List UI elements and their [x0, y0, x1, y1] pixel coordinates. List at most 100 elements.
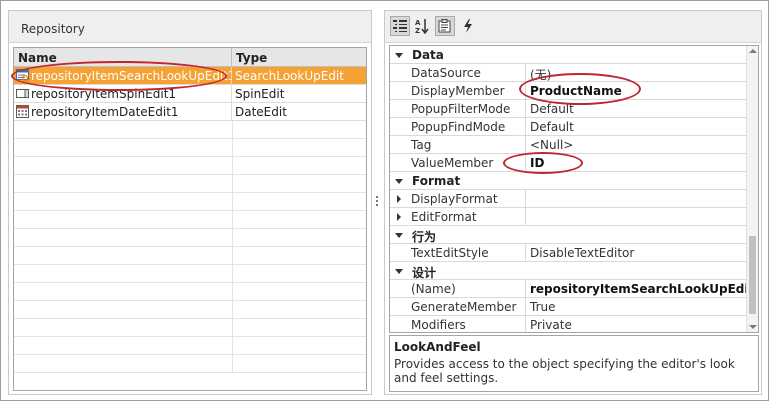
- table-row[interactable]: repositoryItemSearchLookUpEdit1 SearchLo…: [14, 67, 366, 85]
- empty-table-row: [14, 139, 366, 157]
- property-row-popupfindmode[interactable]: PopupFindMode Default: [390, 118, 748, 136]
- row-name-cell[interactable]: repositoryItemSpinEdit1: [14, 85, 232, 103]
- chevron-right-icon: [397, 213, 401, 221]
- property-value[interactable]: repositoryItemSearchLookUpEdit1: [526, 280, 748, 298]
- description-text: Provides access to the object specifying…: [394, 357, 735, 385]
- property-row-valuemember[interactable]: ValueMember ID: [390, 154, 748, 172]
- property-row-popupfiltermode[interactable]: PopupFilterMode Default: [390, 100, 748, 118]
- chevron-down-icon: [395, 232, 403, 238]
- property-value[interactable]: Private: [526, 316, 748, 332]
- property-row-datasource[interactable]: DataSource (无): [390, 64, 748, 82]
- property-value[interactable]: DisableTextEditor: [526, 244, 748, 262]
- expand-toggle[interactable]: [390, 190, 408, 208]
- spin-edit-icon: [16, 89, 29, 98]
- column-header-name[interactable]: Name: [14, 48, 232, 67]
- property-row-displayformat[interactable]: DisplayFormat: [390, 190, 748, 208]
- category-data[interactable]: Data: [390, 46, 748, 64]
- empty-table-row: [14, 175, 366, 193]
- empty-table-row: [14, 337, 366, 355]
- property-grid-panel: A Z Data DataSource (无) DisplayMember Pr…: [384, 10, 762, 395]
- expand-toggle[interactable]: [390, 208, 408, 226]
- properties-button[interactable]: [435, 16, 455, 36]
- empty-table-row: [14, 247, 366, 265]
- property-value[interactable]: ID: [526, 154, 748, 172]
- scroll-up-icon[interactable]: [749, 49, 757, 53]
- property-row-name[interactable]: (Name) repositoryItemSearchLookUpEdit1: [390, 280, 748, 298]
- row-type-cell[interactable]: SpinEdit: [232, 85, 366, 103]
- table-row[interactable]: repositoryItemDateEdit1 DateEdit: [14, 103, 366, 121]
- property-name: DisplayFormat: [408, 190, 526, 208]
- scroll-thumb[interactable]: [749, 236, 756, 314]
- empty-table-row: [14, 157, 366, 175]
- property-name: DataSource: [408, 64, 526, 82]
- search-lookup-icon: [16, 69, 29, 82]
- property-value[interactable]: Default: [526, 100, 748, 118]
- description-title: LookAndFeel: [394, 340, 481, 354]
- property-value[interactable]: Default: [526, 118, 748, 136]
- empty-table-row: [14, 319, 366, 337]
- row-name-text: repositoryItemSpinEdit1: [31, 87, 177, 101]
- scroll-down-icon[interactable]: [749, 325, 757, 329]
- repository-grid[interactable]: Name Type repositoryItemSearchLookUpEdit…: [13, 47, 367, 391]
- property-value[interactable]: [526, 190, 748, 208]
- property-row-editformat[interactable]: EditFormat: [390, 208, 748, 226]
- table-row[interactable]: repositoryItemSpinEdit1 SpinEdit: [14, 85, 366, 103]
- property-list[interactable]: Data DataSource (无) DisplayMember Produc…: [389, 45, 759, 333]
- collapse-toggle[interactable]: [390, 226, 408, 244]
- property-name: (Name): [408, 280, 526, 298]
- splitter-grip[interactable]: [376, 196, 379, 210]
- repository-caption: Repository: [9, 11, 371, 43]
- category-behavior[interactable]: 行为: [390, 226, 748, 244]
- categorized-icon: [393, 20, 407, 32]
- row-type-cell[interactable]: SearchLookUpEdit: [232, 67, 366, 85]
- property-value[interactable]: (无): [526, 64, 748, 82]
- empty-table-row: [14, 229, 366, 247]
- category-label: 行为: [412, 230, 437, 244]
- row-name-cell[interactable]: repositoryItemDateEdit1: [14, 103, 232, 121]
- empty-table-row: [14, 301, 366, 319]
- empty-table-row: [14, 193, 366, 211]
- svg-text:Z: Z: [415, 27, 420, 34]
- alphabetical-button[interactable]: A Z: [412, 16, 432, 36]
- property-name: PopupFilterMode: [408, 100, 526, 118]
- property-value[interactable]: <Null>: [526, 136, 748, 154]
- category-format[interactable]: Format: [390, 172, 748, 190]
- empty-table-row: [14, 211, 366, 229]
- properties-icon: [438, 19, 451, 33]
- property-name: PopupFindMode: [408, 118, 526, 136]
- property-name: ValueMember: [408, 154, 526, 172]
- property-row-tag[interactable]: Tag <Null>: [390, 136, 748, 154]
- empty-table-row: [14, 121, 366, 139]
- categorized-button[interactable]: [390, 16, 410, 36]
- property-row-displaymember[interactable]: DisplayMember ProductName: [390, 82, 748, 100]
- svg-text:A: A: [415, 19, 421, 27]
- collapse-toggle[interactable]: [390, 172, 408, 190]
- property-name: Modifiers: [408, 316, 526, 332]
- property-value[interactable]: ProductName: [526, 82, 748, 100]
- property-row-modifiers[interactable]: Modifiers Private: [390, 316, 748, 332]
- description-panel: LookAndFeel Provides access to the objec…: [389, 335, 759, 392]
- category-label: Format: [412, 174, 461, 188]
- vertical-scrollbar[interactable]: [746, 46, 758, 332]
- property-toolbar: A Z: [385, 11, 761, 43]
- collapse-toggle[interactable]: [390, 262, 408, 280]
- property-value[interactable]: True: [526, 298, 748, 316]
- row-name-text: repositoryItemSearchLookUpEdit1: [31, 69, 232, 83]
- column-header-type[interactable]: Type: [232, 48, 366, 67]
- chevron-down-icon: [395, 52, 403, 58]
- empty-table-row: [14, 355, 366, 373]
- row-name-text: repositoryItemDateEdit1: [31, 105, 179, 119]
- chevron-down-icon: [395, 268, 403, 274]
- row-type-cell[interactable]: DateEdit: [232, 103, 366, 121]
- row-name-cell[interactable]: repositoryItemSearchLookUpEdit1: [14, 67, 232, 85]
- property-row-generatemember[interactable]: GenerateMember True: [390, 298, 748, 316]
- chevron-right-icon: [397, 195, 401, 203]
- events-icon: [464, 19, 472, 33]
- property-value[interactable]: [526, 208, 748, 226]
- alphabetical-icon: A Z: [415, 19, 429, 34]
- collapse-toggle[interactable]: [390, 46, 408, 64]
- chevron-down-icon: [395, 178, 403, 184]
- events-button[interactable]: [458, 16, 478, 36]
- property-row-texteditstyle[interactable]: TextEditStyle DisableTextEditor: [390, 244, 748, 262]
- category-design[interactable]: 设计: [390, 262, 748, 280]
